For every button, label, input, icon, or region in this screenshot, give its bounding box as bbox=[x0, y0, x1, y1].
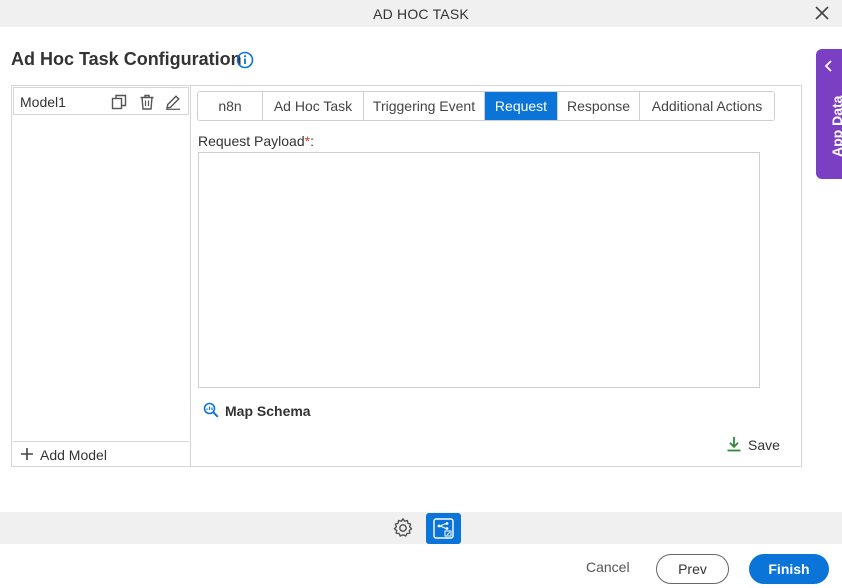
workflow-icon bbox=[433, 518, 454, 539]
save-button[interactable]: Save bbox=[726, 435, 786, 455]
tab-n8n[interactable]: n8n bbox=[198, 92, 263, 120]
gear-icon[interactable] bbox=[392, 517, 414, 539]
tab-triggering-event[interactable]: Triggering Event bbox=[364, 92, 485, 120]
request-payload-label: Request Payload*: bbox=[198, 133, 314, 149]
copy-icon[interactable] bbox=[111, 94, 127, 110]
close-icon[interactable] bbox=[814, 5, 830, 21]
app-data-label: App Data bbox=[829, 95, 842, 157]
model-name: Model1 bbox=[20, 94, 66, 110]
tab-request[interactable]: Request bbox=[485, 92, 558, 120]
app-data-tab[interactable]: App Data bbox=[816, 49, 842, 179]
tab-additional-actions[interactable]: Additional Actions bbox=[640, 92, 774, 120]
map-schema-icon bbox=[203, 402, 219, 418]
edit-icon[interactable] bbox=[165, 94, 181, 110]
trash-icon[interactable] bbox=[139, 94, 155, 110]
model-list-panel: Model1 Add Model bbox=[11, 85, 191, 467]
chevron-left-icon bbox=[824, 60, 832, 72]
tab-ad-hoc-task[interactable]: Ad Hoc Task bbox=[263, 92, 364, 120]
cancel-button[interactable]: Cancel bbox=[586, 559, 630, 575]
label-suffix: : bbox=[310, 133, 314, 149]
plus-icon bbox=[21, 448, 33, 460]
info-icon[interactable] bbox=[236, 51, 254, 69]
request-payload-textarea[interactable] bbox=[198, 152, 760, 388]
add-model-button[interactable]: Add Model bbox=[13, 441, 189, 465]
tab-bar: n8n Ad Hoc Task Triggering Event Request… bbox=[197, 91, 775, 121]
map-schema-label: Map Schema bbox=[225, 403, 311, 419]
workflow-view-button[interactable] bbox=[426, 513, 461, 544]
panel-divider bbox=[190, 85, 191, 467]
footer-toolbar bbox=[0, 512, 842, 544]
prev-button[interactable]: Prev bbox=[656, 554, 729, 584]
download-icon bbox=[727, 437, 741, 452]
window-title: AD HOC TASK bbox=[373, 6, 469, 22]
tab-response[interactable]: Response bbox=[558, 92, 640, 120]
page-title: Ad Hoc Task Configuration bbox=[11, 49, 242, 69]
model-list-item[interactable]: Model1 bbox=[13, 87, 189, 115]
add-model-label: Add Model bbox=[40, 447, 107, 463]
title-bar: AD HOC TASK bbox=[0, 0, 842, 27]
finish-button[interactable]: Finish bbox=[749, 554, 829, 584]
request-payload-label-text: Request Payload bbox=[198, 133, 305, 149]
save-label: Save bbox=[748, 437, 780, 453]
